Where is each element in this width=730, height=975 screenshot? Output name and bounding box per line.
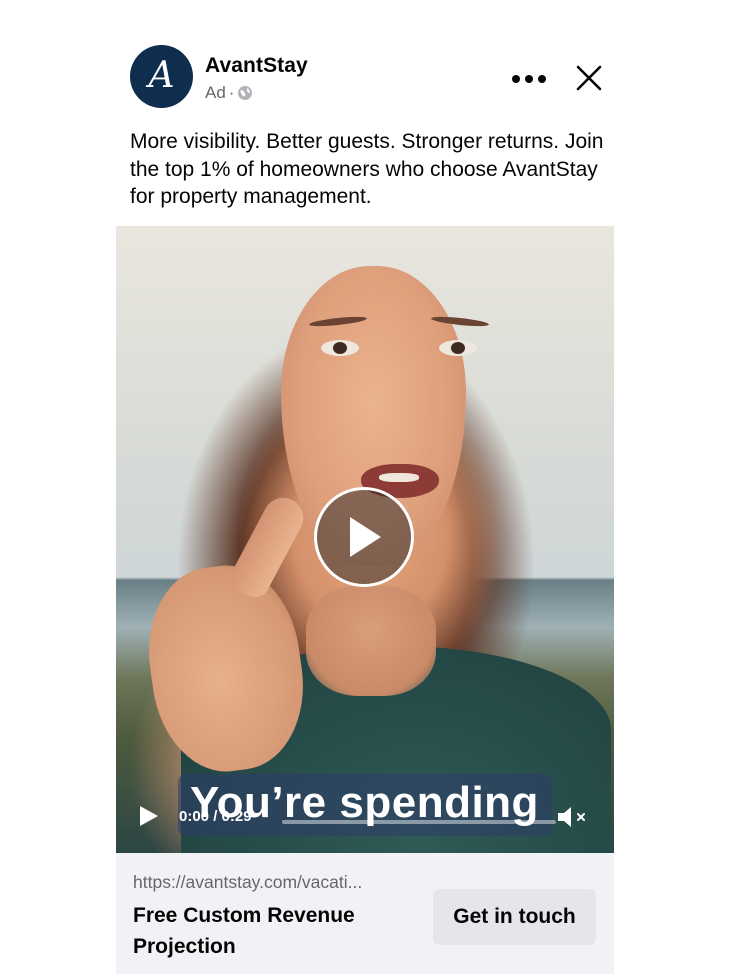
- play-icon: [350, 517, 381, 557]
- more-options-icon[interactable]: [511, 74, 547, 84]
- avatar-logo-letter: A: [148, 54, 175, 96]
- video-frame-eye: [321, 340, 359, 356]
- close-icon[interactable]: [576, 65, 602, 91]
- video-progress-bar[interactable]: [282, 820, 556, 824]
- meta-separator: ·: [228, 83, 235, 102]
- video-player[interactable]: You’re spending 0:00 / 0:29: [116, 226, 614, 853]
- video-frame-finger: [225, 490, 311, 603]
- link-url[interactable]: https://avantstay.com/vacati...: [133, 872, 362, 893]
- play-button[interactable]: [314, 487, 414, 587]
- link-card[interactable]: https://avantstay.com/vacati... Free Cus…: [116, 853, 614, 974]
- get-in-touch-button[interactable]: Get in touch: [433, 889, 596, 945]
- volume-muted-icon[interactable]: [556, 804, 592, 830]
- globe-icon: [238, 86, 253, 100]
- video-frame-eye: [439, 340, 477, 356]
- video-time: 0:00 / 0:29: [179, 808, 252, 825]
- sponsored-label: Ad: [205, 83, 226, 102]
- link-title[interactable]: Free Custom Revenue Projection: [133, 900, 403, 962]
- brand-name[interactable]: AvantStay: [205, 54, 308, 78]
- post-meta: Ad ·: [205, 83, 253, 103]
- post-caption: More visibility. Better guests. Stronger…: [130, 130, 604, 208]
- video-frame-neck: [306, 586, 436, 696]
- brand-avatar[interactable]: A: [130, 45, 193, 108]
- control-play-icon[interactable]: [138, 804, 160, 828]
- ad-header: A AvantStay Ad ·: [130, 45, 610, 109]
